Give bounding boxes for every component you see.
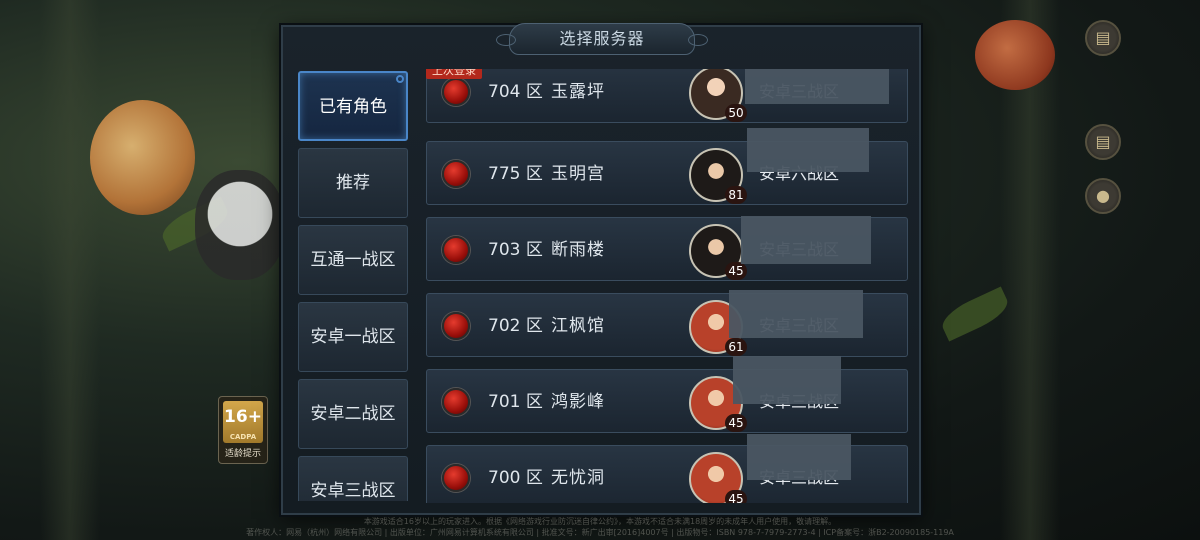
age-rating-value: 16+ CADPA bbox=[223, 401, 263, 443]
server-name: 玉明宫 bbox=[551, 164, 605, 184]
redacted-character-name bbox=[747, 434, 851, 480]
character-level: 50 bbox=[725, 104, 747, 122]
tab-corner-marker-icon bbox=[396, 75, 404, 83]
legal-footer-line: 本游戏适合16岁以上的玩家进入。根据《网络游戏行业防沉迷自律公约》，本游戏不适合… bbox=[363, 517, 837, 526]
tab-label: 推荐 bbox=[336, 173, 370, 193]
server-number: 700 区 bbox=[488, 468, 543, 488]
server-number: 703 区 bbox=[488, 240, 543, 260]
server-category-tabs: 已有角色 推荐 互通一战区 安卓一战区 安卓二战区 安卓三战区 bbox=[298, 71, 410, 501]
server-list[interactable]: 704 区 玉露坪 50 安卓三战区 上次登录 775 区 玉明宫 81 安卓六… bbox=[426, 69, 910, 503]
tab-crossplay-zone-1[interactable]: 互通一战区 bbox=[298, 225, 408, 295]
server-status-icon bbox=[442, 388, 470, 416]
server-number: 775 区 bbox=[488, 164, 543, 184]
age-rating-org: CADPA bbox=[229, 433, 257, 441]
tab-label: 互通一战区 bbox=[310, 250, 396, 270]
redacted-character-name bbox=[729, 290, 863, 338]
background-bamboo bbox=[40, 0, 100, 540]
server-row[interactable]: 700 区 无忧洞 45 安卓三战区 bbox=[426, 434, 908, 503]
tab-android-zone-1[interactable]: 安卓一战区 bbox=[298, 302, 408, 372]
server-name: 江枫馆 bbox=[551, 316, 605, 336]
age-rating-badge[interactable]: 16+ CADPA 适龄提示 bbox=[218, 396, 268, 464]
server-number: 702 区 bbox=[488, 316, 543, 336]
scroll-announcement-icon[interactable]: ▤ bbox=[1085, 124, 1121, 160]
server-name: 断雨楼 bbox=[551, 240, 605, 260]
server-row[interactable]: 775 区 玉明宫 81 安卓六战区 bbox=[426, 128, 908, 205]
tab-android-zone-3[interactable]: 安卓三战区 bbox=[298, 456, 408, 501]
server-row[interactable]: 703 区 断雨楼 45 安卓三战区 bbox=[426, 216, 908, 281]
tab-existing-characters[interactable]: 已有角色 bbox=[298, 71, 408, 141]
age-rating-tip: 适龄提示 bbox=[224, 449, 261, 459]
panel-title: 选择服务器 bbox=[496, 23, 708, 55]
legal-footer-line: 著作权人：网易（杭州）网络有限公司 | 出版单位：广州网易计算机系统有限公司 |… bbox=[246, 528, 954, 537]
server-row[interactable]: 704 区 玉露坪 50 安卓三战区 bbox=[426, 69, 908, 123]
tab-label: 安卓一战区 bbox=[310, 327, 396, 347]
server-status-icon bbox=[442, 78, 470, 106]
server-row[interactable]: 702 区 江枫馆 61 安卓三战区 bbox=[426, 290, 908, 357]
tab-label: 安卓三战区 bbox=[310, 481, 396, 501]
character-level: 45 bbox=[725, 414, 747, 432]
redacted-character-name bbox=[747, 128, 869, 172]
tab-label: 已有角色 bbox=[319, 97, 387, 117]
redacted-character-name bbox=[745, 69, 889, 104]
server-number: 704 区 bbox=[488, 82, 543, 102]
server-status-icon bbox=[442, 312, 470, 340]
server-name: 玉露坪 bbox=[551, 82, 605, 102]
server-status-icon bbox=[442, 464, 470, 492]
scroll-notice-icon[interactable]: ▤ bbox=[1085, 20, 1121, 56]
character-level: 81 bbox=[725, 186, 747, 204]
redacted-character-name bbox=[741, 216, 871, 264]
character-level: 45 bbox=[725, 490, 747, 503]
background-lantern bbox=[975, 20, 1055, 90]
character-level: 61 bbox=[725, 338, 747, 356]
redacted-character-name bbox=[733, 356, 841, 404]
background-panda bbox=[195, 170, 285, 280]
character-level: 45 bbox=[725, 262, 747, 280]
background-lantern bbox=[90, 100, 195, 215]
last-login-badge: 上次登录 bbox=[426, 69, 482, 79]
server-name: 无忧洞 bbox=[551, 468, 605, 488]
tab-recommended[interactable]: 推荐 bbox=[298, 148, 408, 218]
server-number: 701 区 bbox=[488, 392, 543, 412]
server-row[interactable]: 701 区 鸿影峰 45 安卓三战区 bbox=[426, 356, 908, 433]
server-select-panel: 选择服务器 已有角色 推荐 互通一战区 安卓一战区 安卓二战区 安卓三战区 70… bbox=[281, 23, 921, 515]
tab-android-zone-2[interactable]: 安卓二战区 bbox=[298, 379, 408, 449]
tab-label: 安卓二战区 bbox=[310, 404, 396, 424]
age-rating-number: 16+ bbox=[224, 407, 262, 427]
server-status-icon bbox=[442, 160, 470, 188]
customer-service-icon[interactable]: ● bbox=[1085, 178, 1121, 214]
legal-footer: 本游戏适合16岁以上的玩家进入。根据《网络游戏行业防沉迷自律公约》，本游戏不适合… bbox=[0, 516, 1200, 538]
server-name: 鸿影峰 bbox=[551, 392, 605, 412]
server-status-icon bbox=[442, 236, 470, 264]
